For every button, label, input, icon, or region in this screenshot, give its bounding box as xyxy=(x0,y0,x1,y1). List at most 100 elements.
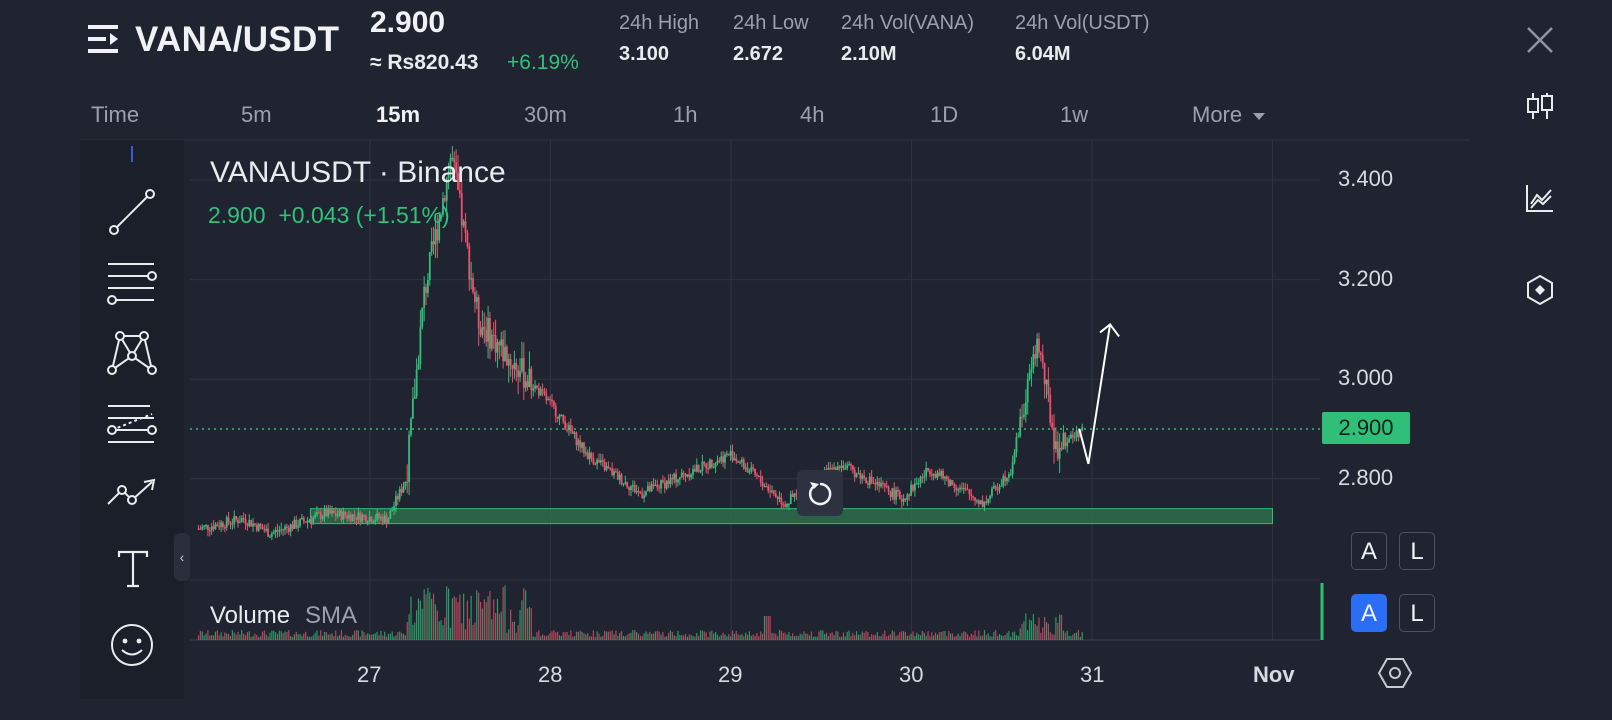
candle-body xyxy=(276,530,279,532)
fibonacci-tool-icon[interactable] xyxy=(106,402,158,448)
log-scale-button[interactable]: L xyxy=(1399,532,1435,570)
volume-bar xyxy=(850,635,852,640)
text-tool-icon[interactable] xyxy=(116,549,150,589)
volume-bar xyxy=(714,632,717,640)
candle-body xyxy=(947,479,950,487)
volume-bar xyxy=(884,630,886,640)
volume-auto-scale-button[interactable]: A xyxy=(1351,594,1387,632)
candle-body xyxy=(410,418,412,435)
candle-body xyxy=(793,493,796,498)
volume-bar xyxy=(348,636,350,640)
volume-bar xyxy=(852,632,854,640)
candle-body xyxy=(682,472,685,474)
candle-body xyxy=(419,327,422,365)
volume-bar xyxy=(874,634,876,640)
volume-bar xyxy=(1047,623,1049,640)
candle-body xyxy=(712,467,715,469)
volume-bar xyxy=(803,631,805,640)
volume-bar xyxy=(824,634,826,640)
trend-line-tool-icon[interactable] xyxy=(108,188,156,236)
candle-body xyxy=(291,524,294,529)
projection-tool-icon[interactable] xyxy=(106,478,158,514)
candle-body xyxy=(220,522,222,527)
candle-body xyxy=(415,369,418,397)
volume-bar xyxy=(839,636,841,640)
pattern-tool-icon[interactable] xyxy=(106,328,158,376)
volume-bar xyxy=(557,631,559,640)
volume-bar xyxy=(335,630,337,640)
candle-body xyxy=(552,401,555,406)
volume-bar xyxy=(303,633,305,640)
candle-body xyxy=(443,198,446,201)
volume-bar xyxy=(553,630,555,640)
volume-bar xyxy=(568,635,570,640)
candle-body xyxy=(474,291,476,302)
candle-body xyxy=(630,486,632,490)
candle-body xyxy=(936,472,939,478)
candle-body xyxy=(1032,354,1035,369)
axis-settings-icon[interactable] xyxy=(1378,656,1412,690)
volume-bar xyxy=(1006,632,1008,640)
candle-body xyxy=(460,193,463,226)
volume-bar xyxy=(218,635,220,640)
candle-body xyxy=(389,511,392,519)
candle-body xyxy=(481,326,484,336)
candle-body xyxy=(671,477,674,480)
volume-bar xyxy=(840,636,843,640)
horizontal-lines-tool-icon[interactable] xyxy=(106,258,158,306)
candle-body xyxy=(517,370,520,377)
volume-bar xyxy=(267,636,269,640)
volume-bar xyxy=(526,608,529,640)
candle-body xyxy=(222,522,224,528)
volume-bar xyxy=(968,636,971,640)
candle-body xyxy=(487,318,489,342)
toolbar-collapse-button[interactable]: ‹ xyxy=(174,533,190,581)
candle-body xyxy=(957,489,960,491)
candle-body xyxy=(675,473,677,483)
candle-body xyxy=(846,465,849,469)
candle-body xyxy=(267,528,269,537)
volume-bar xyxy=(596,631,598,640)
volume-bar xyxy=(587,632,589,640)
candle-body xyxy=(575,432,578,446)
volume-bar xyxy=(942,631,944,640)
candle-body xyxy=(930,474,933,476)
candle-body xyxy=(874,483,877,485)
candle-body xyxy=(1043,362,1046,385)
emoji-tool-icon[interactable] xyxy=(109,622,155,668)
volume-bar xyxy=(745,632,747,640)
volume-bar xyxy=(209,635,211,640)
volume-bar xyxy=(882,633,884,640)
volume-bar xyxy=(966,634,969,640)
volume-log-scale-button[interactable]: L xyxy=(1399,594,1435,632)
candle-body xyxy=(387,518,390,523)
auto-scale-button[interactable]: A xyxy=(1351,532,1387,570)
volume-bar xyxy=(494,613,497,640)
candle-body xyxy=(866,483,869,485)
volume-bar xyxy=(1053,634,1055,640)
candle-body xyxy=(992,486,995,489)
volume-bar xyxy=(265,634,267,640)
volume-bar xyxy=(543,635,546,640)
reset-chart-button[interactable] xyxy=(797,470,843,516)
volume-bar xyxy=(837,631,839,640)
volume-bar xyxy=(974,630,976,640)
candle-body xyxy=(568,425,570,431)
candle-body xyxy=(436,228,439,241)
volume-bar xyxy=(1059,614,1061,640)
candle-body xyxy=(1013,452,1016,463)
volume-bar xyxy=(453,596,455,640)
candle-body xyxy=(289,524,292,532)
volume-bar xyxy=(464,629,467,640)
volume-bar xyxy=(284,631,286,640)
volume-bar xyxy=(534,636,536,640)
volume-bar xyxy=(566,631,568,640)
volume-bar xyxy=(936,634,939,640)
candle-body xyxy=(991,488,993,496)
candle-body xyxy=(1002,476,1005,486)
candle-body xyxy=(380,516,382,519)
volume-bar xyxy=(297,634,299,640)
volume-bar xyxy=(416,610,418,640)
candle-body xyxy=(616,471,619,480)
candle-body xyxy=(883,483,886,486)
